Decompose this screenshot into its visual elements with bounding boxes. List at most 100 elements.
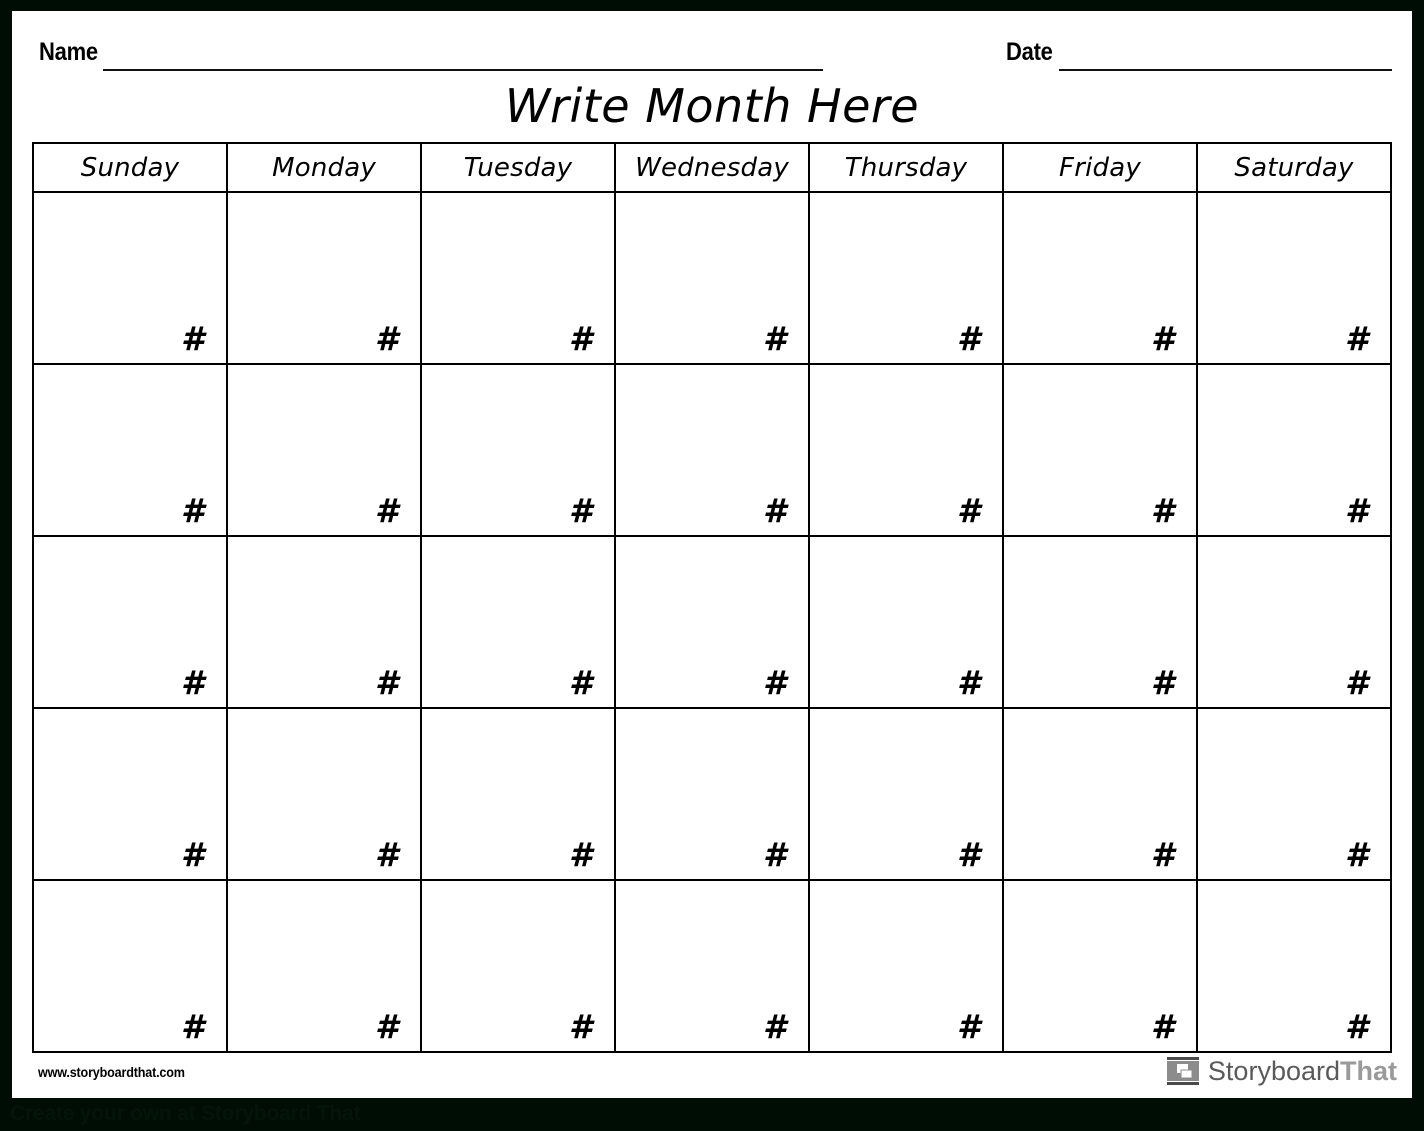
calendar-day-cell[interactable]: # xyxy=(614,879,810,1053)
name-write-in-line[interactable] xyxy=(103,69,823,71)
calendar-week-row: # # # # # # # xyxy=(32,191,1392,365)
day-number-placeholder: # xyxy=(957,1007,980,1046)
day-header-saturday: Saturday xyxy=(1196,142,1392,193)
calendar-day-cell[interactable]: # xyxy=(1002,707,1198,881)
day-number-placeholder: # xyxy=(181,491,204,530)
day-number-placeholder: # xyxy=(763,1007,786,1046)
day-number-placeholder: # xyxy=(957,663,980,702)
page-title[interactable]: Write Month Here xyxy=(12,79,1412,133)
brand-word-storyboard: Storyboard xyxy=(1207,1055,1340,1086)
calendar-day-cell[interactable]: # xyxy=(1002,191,1198,365)
calendar-day-cell[interactable]: # xyxy=(226,707,422,881)
day-number-placeholder: # xyxy=(957,319,980,358)
day-number-placeholder: # xyxy=(569,835,592,874)
day-number-placeholder: # xyxy=(763,491,786,530)
calendar-day-cell[interactable]: # xyxy=(808,191,1004,365)
calendar-header-row: Sunday Monday Tuesday Wednesday Thursday… xyxy=(32,142,1392,193)
calendar-day-cell[interactable]: # xyxy=(32,363,228,537)
calendar-day-cell[interactable]: # xyxy=(1002,535,1198,709)
promo-text[interactable]: Create your own at Storyboard That xyxy=(10,1102,360,1126)
day-number-placeholder: # xyxy=(763,319,786,358)
calendar-day-cell[interactable]: # xyxy=(1196,879,1392,1053)
calendar-day-cell[interactable]: # xyxy=(614,191,810,365)
day-header-thursday: Thursday xyxy=(808,142,1004,193)
day-header-monday: Monday xyxy=(226,142,422,193)
calendar-day-cell[interactable]: # xyxy=(1002,363,1198,537)
calendar-day-cell[interactable]: # xyxy=(614,535,810,709)
day-number-placeholder: # xyxy=(763,835,786,874)
day-header-tuesday: Tuesday xyxy=(420,142,616,193)
calendar-day-cell[interactable]: # xyxy=(614,363,810,537)
calendar-day-cell[interactable]: # xyxy=(420,363,616,537)
brand-wordmark: StoryboardThat xyxy=(1207,1055,1397,1086)
day-number-placeholder: # xyxy=(375,835,398,874)
calendar-day-cell[interactable]: # xyxy=(1196,535,1392,709)
calendar-day-cell[interactable]: # xyxy=(808,707,1004,881)
worksheet-page: Name Date Write Month Here Sunday Monday… xyxy=(12,11,1412,1098)
day-header-wednesday: Wednesday xyxy=(614,142,810,193)
calendar-day-cell[interactable]: # xyxy=(420,879,616,1053)
brand-word-that: That xyxy=(1340,1055,1397,1086)
calendar-day-cell[interactable]: # xyxy=(32,707,228,881)
calendar-day-cell[interactable]: # xyxy=(420,535,616,709)
name-field-label: Name xyxy=(39,38,98,66)
day-number-placeholder: # xyxy=(1151,491,1174,530)
page-frame: Name Date Write Month Here Sunday Monday… xyxy=(0,0,1424,1131)
calendar-body: # # # # # # # # # # # # # # # # # # # # … xyxy=(32,191,1392,1053)
day-number-placeholder: # xyxy=(375,319,398,358)
day-number-placeholder: # xyxy=(1345,491,1368,530)
day-number-placeholder: # xyxy=(957,491,980,530)
calendar-day-cell[interactable]: # xyxy=(226,535,422,709)
promo-strip: Create your own at Storyboard That xyxy=(0,1098,1424,1131)
day-number-placeholder: # xyxy=(569,1007,592,1046)
calendar-day-cell[interactable]: # xyxy=(226,191,422,365)
calendar-day-cell[interactable]: # xyxy=(32,879,228,1053)
day-number-placeholder: # xyxy=(1345,835,1368,874)
calendar-day-cell[interactable]: # xyxy=(226,363,422,537)
day-number-placeholder: # xyxy=(181,319,204,358)
calendar-week-row: # # # # # # # xyxy=(32,363,1392,537)
calendar-day-cell[interactable]: # xyxy=(808,879,1004,1053)
site-url-text[interactable]: www.storyboardthat.com xyxy=(38,1064,185,1080)
day-header-sunday: Sunday xyxy=(32,142,228,193)
calendar-week-row: # # # # # # # xyxy=(32,879,1392,1053)
date-write-in-line[interactable] xyxy=(1059,69,1392,71)
calendar-day-cell[interactable]: # xyxy=(420,191,616,365)
calendar-grid: Sunday Monday Tuesday Wednesday Thursday… xyxy=(32,142,1392,1053)
day-number-placeholder: # xyxy=(569,319,592,358)
calendar-day-cell[interactable]: # xyxy=(226,879,422,1053)
storyboardthat-logo[interactable]: StoryboardThat xyxy=(1166,1055,1397,1086)
worksheet-header: Name Date xyxy=(12,11,1412,85)
day-number-placeholder: # xyxy=(181,835,204,874)
calendar-day-cell[interactable]: # xyxy=(614,707,810,881)
day-number-placeholder: # xyxy=(375,663,398,702)
day-header-friday: Friday xyxy=(1002,142,1198,193)
day-number-placeholder: # xyxy=(1345,663,1368,702)
day-number-placeholder: # xyxy=(1151,1007,1174,1046)
calendar-day-cell[interactable]: # xyxy=(1196,363,1392,537)
calendar-day-cell[interactable]: # xyxy=(32,191,228,365)
day-number-placeholder: # xyxy=(181,1007,204,1046)
calendar-week-row: # # # # # # # xyxy=(32,535,1392,709)
day-number-placeholder: # xyxy=(957,835,980,874)
day-number-placeholder: # xyxy=(375,1007,398,1046)
calendar-day-cell[interactable]: # xyxy=(1196,191,1392,365)
day-number-placeholder: # xyxy=(763,663,786,702)
day-number-placeholder: # xyxy=(1345,319,1368,358)
calendar-day-cell[interactable]: # xyxy=(420,707,616,881)
day-number-placeholder: # xyxy=(1151,835,1174,874)
day-number-placeholder: # xyxy=(569,663,592,702)
day-number-placeholder: # xyxy=(181,663,204,702)
calendar-day-cell[interactable]: # xyxy=(1196,707,1392,881)
storyboard-panels-icon xyxy=(1166,1057,1199,1085)
calendar-day-cell[interactable]: # xyxy=(32,535,228,709)
day-number-placeholder: # xyxy=(375,491,398,530)
calendar-week-row: # # # # # # # xyxy=(32,707,1392,881)
calendar-day-cell[interactable]: # xyxy=(808,535,1004,709)
day-number-placeholder: # xyxy=(569,491,592,530)
day-number-placeholder: # xyxy=(1345,1007,1368,1046)
calendar-day-cell[interactable]: # xyxy=(808,363,1004,537)
calendar-day-cell[interactable]: # xyxy=(1002,879,1198,1053)
day-number-placeholder: # xyxy=(1151,319,1174,358)
day-number-placeholder: # xyxy=(1151,663,1174,702)
